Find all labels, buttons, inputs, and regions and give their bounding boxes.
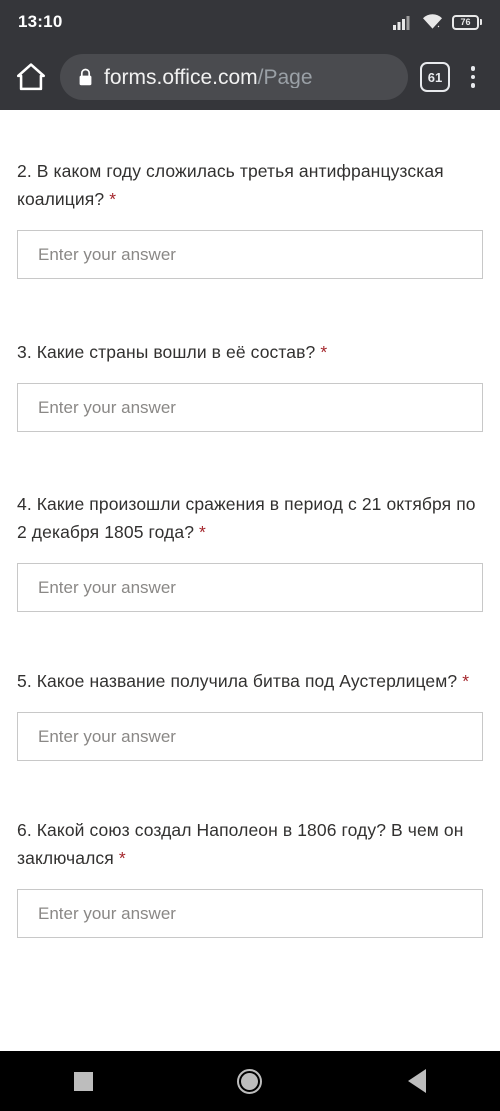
triangle-left-icon bbox=[407, 1069, 426, 1093]
home-button[interactable] bbox=[205, 1051, 295, 1111]
lock-icon bbox=[79, 68, 92, 85]
back-button[interactable] bbox=[372, 1051, 462, 1111]
answer-placeholder: Enter your answer bbox=[38, 398, 176, 417]
required-marker: * bbox=[462, 671, 470, 691]
question-text: 4. Какие произошли сражения в период с 2… bbox=[17, 494, 476, 542]
required-marker: * bbox=[320, 342, 328, 362]
tab-counter-button[interactable]: 61 bbox=[420, 62, 450, 92]
battery-level: 76 bbox=[460, 16, 471, 27]
question-title: 4. Какие произошли сражения в период с 2… bbox=[17, 490, 483, 546]
answer-input[interactable]: Enter your answer bbox=[17, 712, 483, 761]
answer-placeholder: Enter your answer bbox=[38, 578, 176, 597]
recents-button[interactable] bbox=[38, 1051, 128, 1111]
answer-input[interactable]: Enter your answer bbox=[17, 563, 483, 612]
url-host: forms.office.com bbox=[104, 66, 258, 88]
home-icon[interactable] bbox=[14, 60, 48, 94]
question-text: 2. В каком году сложилась третья антифра… bbox=[17, 161, 444, 209]
answer-input[interactable]: Enter your answer bbox=[17, 889, 483, 938]
question-block: 4. Какие произошли сражения в период с 2… bbox=[0, 432, 500, 612]
url-path: /Page bbox=[257, 66, 313, 88]
url-text: forms.office.com/Page bbox=[104, 67, 313, 88]
answer-placeholder: Enter your answer bbox=[38, 245, 176, 264]
question-title: 2. В каком году сложилась третья антифра… bbox=[17, 157, 483, 213]
browser-toolbar: forms.office.com/Page 61 bbox=[0, 44, 500, 110]
answer-placeholder: Enter your answer bbox=[38, 904, 176, 923]
url-bar[interactable]: forms.office.com/Page bbox=[60, 54, 408, 100]
question-text: 6. Какой союз создал Наполеон в 1806 год… bbox=[17, 820, 464, 868]
circle-icon bbox=[237, 1068, 263, 1094]
question-text: 3. Какие страны вошли в её состав? bbox=[17, 342, 316, 362]
required-marker: * bbox=[109, 189, 117, 209]
status-time: 13:10 bbox=[18, 12, 63, 31]
form-page: 2. В каком году сложилась третья антифра… bbox=[0, 110, 500, 1051]
browser-chrome: 13:10 76 forms.office.com/Page 61 bbox=[0, 0, 500, 110]
tab-count-label: 61 bbox=[427, 69, 443, 85]
question-text: 5. Какое название получила битва под Аус… bbox=[17, 671, 458, 691]
status-bar: 13:10 76 bbox=[0, 0, 500, 44]
question-block: 5. Какое название получила битва под Аус… bbox=[0, 612, 500, 761]
required-marker: * bbox=[118, 848, 126, 868]
question-title: 3. Какие страны вошли в её состав? * bbox=[17, 338, 483, 366]
question-block: 3. Какие страны вошли в её состав? * Ent… bbox=[0, 279, 500, 432]
required-marker: * bbox=[199, 522, 206, 542]
answer-input[interactable]: Enter your answer bbox=[17, 230, 483, 279]
battery-icon: 76 bbox=[452, 14, 482, 30]
question-title: 5. Какое название получила битва под Аус… bbox=[17, 667, 483, 695]
question-title: 6. Какой союз создал Наполеон в 1806 год… bbox=[17, 816, 483, 872]
status-icons: 76 bbox=[393, 14, 482, 30]
android-nav-bar bbox=[0, 1051, 500, 1111]
answer-placeholder: Enter your answer bbox=[38, 727, 176, 746]
question-block: 6. Какой союз создал Наполеон в 1806 год… bbox=[0, 761, 500, 938]
answer-input[interactable]: Enter your answer bbox=[17, 383, 483, 432]
wifi-icon bbox=[423, 14, 442, 29]
question-block: 2. В каком году сложилась третья антифра… bbox=[0, 110, 500, 279]
overflow-menu-icon[interactable] bbox=[460, 60, 486, 94]
square-icon bbox=[73, 1071, 93, 1091]
signal-icon bbox=[393, 16, 410, 30]
